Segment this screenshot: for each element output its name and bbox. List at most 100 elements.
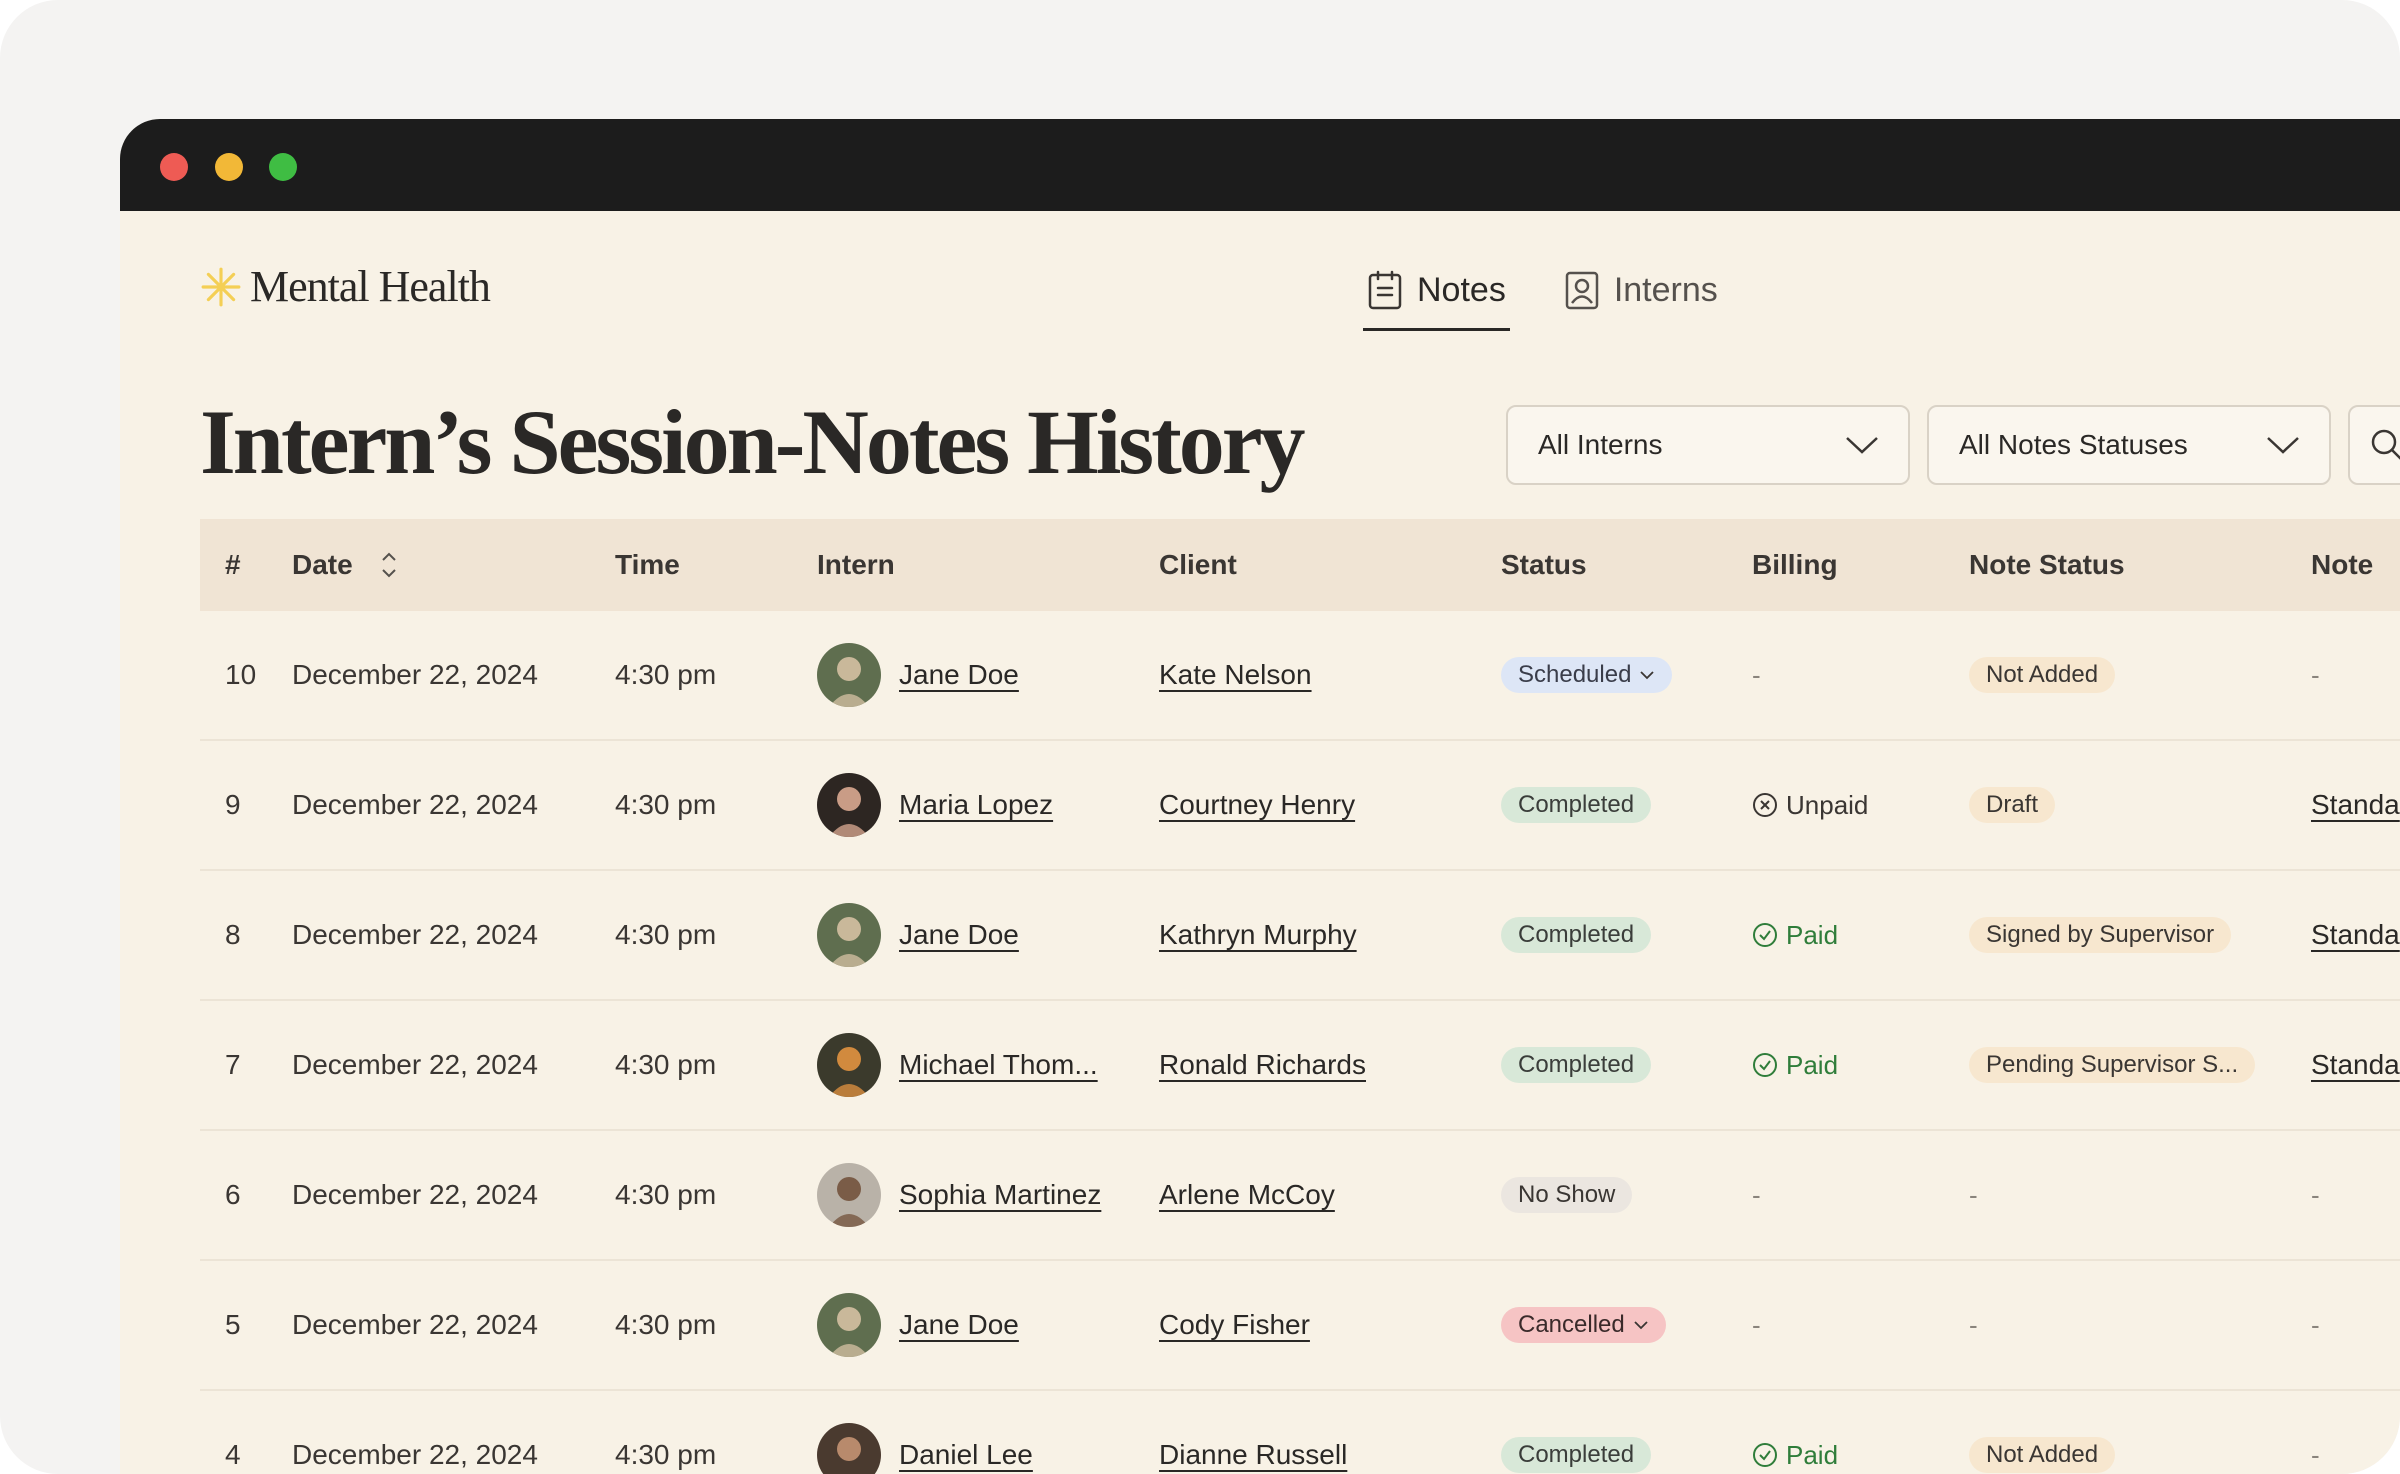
sparkle-icon	[201, 267, 241, 306]
status-label: Completed	[1518, 921, 1635, 948]
row-billing: Paid	[1752, 1440, 1969, 1471]
row-billing: Paid	[1752, 1050, 1969, 1081]
intern-link[interactable]: Daniel Lee	[899, 1439, 1033, 1471]
billing-status: -	[1752, 1179, 1761, 1210]
client-link[interactable]: Dianne Russell	[1159, 1439, 1347, 1470]
table-row[interactable]: 9 December 22, 2024 4:30 pm Maria Lopez Cour…	[200, 741, 2400, 871]
chevron-down-icon	[1634, 1321, 1648, 1330]
row-date: December 22, 2024	[292, 659, 538, 690]
client-link[interactable]: Kathryn Murphy	[1159, 919, 1357, 950]
intern-link[interactable]: Sophia Martinez	[899, 1179, 1101, 1211]
intern-link[interactable]: Michael Thom...	[899, 1049, 1098, 1081]
chevron-down-icon	[1846, 437, 1878, 454]
brand-name: Mental Health	[250, 262, 491, 311]
table-row[interactable]: 7 December 22, 2024 4:30 pm Michael Thom...…	[200, 1001, 2400, 1131]
client-link[interactable]: Ronald Richards	[1159, 1049, 1366, 1080]
row-intern: Jane Doe	[817, 1293, 1159, 1357]
note-status-badge: Pending Supervisor S...	[1969, 1047, 2256, 1083]
row-intern: Jane Doe	[817, 903, 1159, 967]
search-icon	[2371, 429, 2400, 460]
row-time: 4:30 pm	[615, 1439, 717, 1470]
row-note-status: Not Added	[1969, 657, 2311, 693]
tab-interns[interactable]: Interns	[1560, 249, 1722, 331]
row-note: -	[2311, 1179, 2400, 1211]
avatar	[817, 773, 881, 837]
row-billing: -	[1752, 660, 1969, 691]
table-row[interactable]: 5 December 22, 2024 4:30 pm Jane Doe Cody Fi…	[200, 1261, 2400, 1391]
app-content: Mental Health Notes Interns Intern’s Ses…	[120, 211, 2400, 1474]
sort-icon[interactable]	[379, 549, 399, 581]
avatar	[817, 1163, 881, 1227]
row-intern: Daniel Lee	[817, 1423, 1159, 1474]
maximize-window-button[interactable]	[269, 153, 297, 181]
client-link[interactable]: Cody Fisher	[1159, 1309, 1310, 1340]
app-window: Mental Health Notes Interns Intern’s Ses…	[120, 119, 2400, 1474]
search-box[interactable]	[2348, 405, 2400, 485]
note-status-badge: Draft	[1969, 787, 2056, 823]
table-row[interactable]: 8 December 22, 2024 4:30 pm Jane Doe Kathryn…	[200, 871, 2400, 1001]
row-date: December 22, 2024	[292, 1439, 538, 1470]
table-header: # Date Time Intern Client Status Billing…	[200, 519, 2400, 611]
row-intern: Sophia Martinez	[817, 1163, 1159, 1227]
row-number: 8	[225, 919, 241, 950]
x-circle-icon	[1753, 793, 1777, 817]
status-badge: Completed	[1501, 1437, 1652, 1473]
billing-status: Paid	[1786, 919, 1839, 950]
col-header-date-label: Date	[292, 549, 353, 580]
row-intern: Maria Lopez	[817, 773, 1159, 837]
status-label: Scheduled	[1518, 661, 1632, 688]
status-badge: No Show	[1501, 1177, 1633, 1213]
row-date: December 22, 2024	[292, 1179, 538, 1210]
intern-link[interactable]: Jane Doe	[899, 919, 1019, 951]
table-row[interactable]: 10 December 22, 2024 4:30 pm Jane Doe Kate N…	[200, 611, 2400, 741]
row-client: Kate Nelson	[1159, 659, 1501, 691]
row-number: 5	[225, 1309, 241, 1340]
check-circle-icon	[1753, 1443, 1777, 1467]
status-badge: Completed	[1501, 1047, 1652, 1083]
row-billing: -	[1752, 1180, 1969, 1211]
row-note-status: Pending Supervisor S...	[1969, 1047, 2311, 1083]
intern-link[interactable]: Jane Doe	[899, 1309, 1019, 1341]
minimize-window-button[interactable]	[215, 153, 243, 181]
tab-notes[interactable]: Notes	[1363, 249, 1510, 331]
client-link[interactable]: Arlene McCoy	[1159, 1179, 1335, 1210]
screen-background: Mental Health Notes Interns Intern’s Ses…	[0, 0, 2400, 1474]
page-title: Intern’s Session-Notes History	[200, 391, 1306, 493]
intern-link[interactable]: Maria Lopez	[899, 789, 1053, 821]
table-row[interactable]: 6 December 22, 2024 4:30 pm Sophia Martinez…	[200, 1131, 2400, 1261]
note-link[interactable]: Standa	[2311, 1049, 2400, 1080]
window-titlebar	[120, 119, 2400, 211]
row-date: December 22, 2024	[292, 789, 538, 820]
row-status: Completed	[1501, 1437, 1752, 1473]
row-status: Scheduled	[1501, 657, 1752, 693]
status-label: No Show	[1518, 1181, 1616, 1208]
billing-status: Unpaid	[1786, 789, 1869, 820]
row-note: -	[2311, 1439, 2400, 1471]
client-link[interactable]: Kate Nelson	[1159, 659, 1312, 690]
billing-status: -	[1752, 659, 1761, 690]
row-intern: Jane Doe	[817, 643, 1159, 707]
row-status: Cancelled	[1501, 1307, 1752, 1343]
row-client: Arlene McCoy	[1159, 1179, 1501, 1211]
close-window-button[interactable]	[160, 153, 188, 181]
client-link[interactable]: Courtney Henry	[1159, 789, 1355, 820]
interns-filter-dropdown[interactable]: All Interns	[1506, 405, 1910, 485]
col-header-date[interactable]: Date	[292, 549, 615, 581]
row-client: Cody Fisher	[1159, 1309, 1501, 1341]
table-row[interactable]: 4 December 22, 2024 4:30 pm Daniel Lee Diann…	[200, 1391, 2400, 1474]
note-status-filter-dropdown[interactable]: All Notes Statuses	[1927, 405, 2331, 485]
billing-status: Paid	[1786, 1439, 1839, 1470]
row-time: 4:30 pm	[615, 1049, 717, 1080]
note-status-filter-value: All Notes Statuses	[1959, 429, 2188, 460]
status-badge[interactable]: Scheduled	[1501, 657, 1673, 693]
brand-logo[interactable]: Mental Health	[200, 261, 491, 312]
row-time: 4:30 pm	[615, 789, 717, 820]
row-client: Dianne Russell	[1159, 1439, 1501, 1471]
intern-link[interactable]: Jane Doe	[899, 659, 1019, 691]
row-billing: Unpaid	[1752, 790, 1969, 821]
note-link[interactable]: Standa	[2311, 919, 2400, 950]
status-badge[interactable]: Cancelled	[1501, 1307, 1666, 1343]
note-link[interactable]: Standa	[2311, 789, 2400, 820]
row-status: No Show	[1501, 1177, 1752, 1213]
table-body: 10 December 22, 2024 4:30 pm Jane Doe Kate N…	[200, 611, 2400, 1474]
